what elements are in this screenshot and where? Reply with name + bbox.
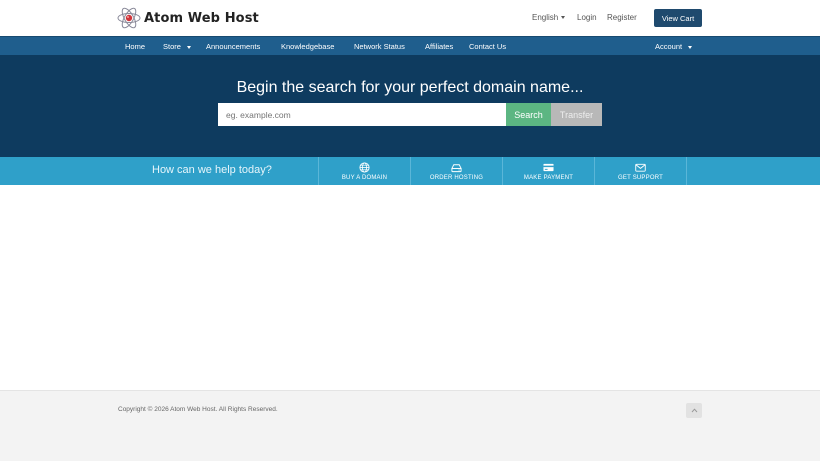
nav-account-label: Account [655, 42, 683, 51]
nav-contact-us[interactable]: Contact Us [469, 42, 506, 51]
caret-down-icon [186, 45, 191, 49]
make-payment-action[interactable]: MAKE PAYMENT [502, 157, 594, 185]
order-hosting-action[interactable]: ORDER HOSTING [410, 157, 502, 185]
order-hosting-label: ORDER HOSTING [429, 174, 484, 181]
hero-title: Begin the search for your perfect domain… [236, 79, 584, 96]
get-support-label: GET SUPPORT [618, 174, 663, 181]
envelope-icon [635, 163, 646, 172]
help-bar: How can we help today? BUY A DOMAIN ORDE… [0, 157, 820, 185]
get-support-action[interactable]: GET SUPPORT [594, 157, 686, 185]
domain-search-hero: Begin the search for your perfect domain… [0, 55, 820, 157]
view-cart-button[interactable]: View Cart [654, 9, 702, 27]
main-navbar: Home Store Announcements Knowledgebase N… [0, 36, 820, 55]
help-bar-divider [686, 157, 687, 185]
login-link[interactable]: Login [577, 13, 597, 22]
copyright-text: Copyright © 2026 Atom Web Host. All Righ… [118, 406, 278, 413]
footer: Copyright © 2026 Atom Web Host. All Righ… [0, 390, 820, 461]
language-label: English [532, 13, 559, 22]
nav-account[interactable]: Account [655, 42, 693, 51]
language-selector[interactable]: English [532, 13, 566, 22]
hdd-icon [451, 163, 462, 172]
globe-icon [359, 161, 370, 173]
top-header: Atom Web Host English Login Register Vie… [0, 0, 820, 36]
nav-knowledgebase[interactable]: Knowledgebase [281, 42, 334, 51]
caret-down-icon [561, 16, 566, 20]
nav-home[interactable]: Home [125, 42, 145, 51]
nav-announcements[interactable]: Announcements [206, 42, 260, 51]
caret-down-icon [688, 45, 693, 49]
nav-network-status[interactable]: Network Status [354, 42, 405, 51]
buy-domain-action[interactable]: BUY A DOMAIN [318, 157, 410, 185]
help-prompt: How can we help today? [152, 164, 272, 176]
logo-text: Atom Web Host [144, 10, 259, 26]
site-logo[interactable]: Atom Web Host [116, 4, 259, 32]
nav-store-label: Store [163, 42, 181, 51]
domain-search-button[interactable]: Search [506, 103, 551, 126]
buy-domain-label: BUY A DOMAIN [341, 174, 388, 181]
domain-transfer-button[interactable]: Transfer [551, 103, 602, 126]
register-link[interactable]: Register [607, 13, 637, 22]
nav-store[interactable]: Store [163, 42, 191, 51]
nav-affiliates[interactable]: Affiliates [425, 42, 453, 51]
make-payment-label: MAKE PAYMENT [523, 174, 574, 181]
credit-card-icon [543, 163, 554, 171]
chevron-up-icon [691, 408, 697, 413]
back-to-top-button[interactable] [686, 403, 702, 418]
domain-search-input[interactable] [218, 103, 506, 126]
atom-logo-icon [117, 7, 141, 29]
